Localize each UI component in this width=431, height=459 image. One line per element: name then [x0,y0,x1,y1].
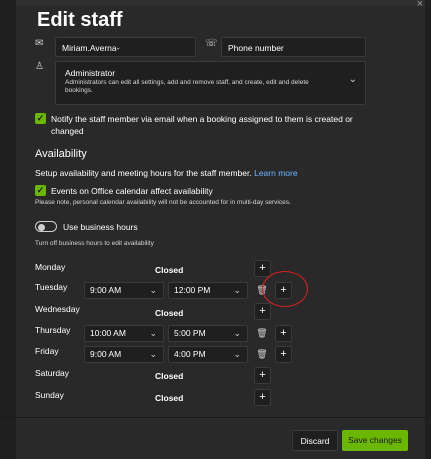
chevron-down-icon: ⌄ [149,349,157,359]
chevron-down-icon: ⌄ [149,328,157,338]
notify-label: Notify the staff member via email when a… [51,114,353,136]
day-label-thursday: Thursday [35,325,71,335]
day-label-saturday: Saturday [35,368,70,378]
day-label-monday: Monday [35,262,66,272]
closed-label-monday: Closed [155,265,184,275]
add-hours-button-saturday[interactable]: + [254,367,271,384]
availability-description: Setup availability and meeting hours for… [35,168,298,178]
closed-label-sunday: Closed [155,393,184,403]
day-label-friday: Friday [35,346,59,356]
start-time-select-thursday[interactable]: 10:00 AM ⌄ [84,325,164,342]
day-label-wednesday: Wednesday [35,304,80,314]
chevron-down-icon: ⌄ [233,349,241,359]
closed-label-wednesday: Closed [155,308,184,318]
start-time-select-tuesday[interactable]: 9:00 AM ⌄ [84,282,164,299]
office-calendar-checkbox[interactable]: ✓ [35,185,46,196]
role-title: Administrator [65,68,116,78]
mail-icon: ✉ [35,38,44,49]
add-hours-button-sunday[interactable]: + [254,389,271,406]
business-hours-note: Turn off business hours to edit availabi… [35,240,154,247]
notify-checkbox[interactable]: ✓ [35,113,46,124]
chevron-down-icon: ⌄ [348,74,357,85]
email-field[interactable]: Miriam.Averna-Joint@warwick.ac.uk [55,37,196,73]
trash-icon[interactable]: 🗑 [256,346,268,363]
footer-divider [0,417,431,418]
availability-heading: Availability [35,148,87,160]
right-edge [425,0,431,459]
day-label-sunday: Sunday [35,390,64,400]
business-hours-toggle[interactable] [35,221,57,232]
add-hours-button-thursday[interactable]: + [275,325,292,342]
toggle-knob [38,223,45,231]
end-time-value: 12:00 PM [174,285,211,295]
role-dropdown[interactable]: Administrator Administrators can edit al… [55,61,366,105]
close-icon[interactable]: × [417,0,423,10]
save-changes-button[interactable]: Save changes [342,430,408,451]
chevron-down-icon: ⌄ [233,328,241,338]
add-hours-button-friday[interactable]: + [275,346,292,363]
closed-label-saturday: Closed [155,371,184,381]
add-hours-button-wednesday[interactable]: + [254,303,271,320]
discard-button[interactable]: Discard [292,430,338,451]
chevron-down-icon: ⌄ [233,285,241,295]
left-edge [0,0,16,459]
end-time-select-friday[interactable]: 4:00 PM ⌄ [168,346,248,363]
role-description: Administrators can edit all settings, ad… [65,79,309,94]
person-icon: ♙ [35,61,44,72]
annotation-circle [262,271,308,307]
end-time-select-tuesday[interactable]: 12:00 PM ⌄ [168,282,248,299]
start-time-value: 10:00 AM [90,328,126,338]
phone-icon: ☏ [205,38,218,49]
office-calendar-label: Events on Office calendar affect availab… [51,186,213,196]
day-label-tuesday: Tuesday [35,282,68,292]
add-hours-button-monday[interactable]: + [254,260,271,277]
end-time-value: 5:00 PM [174,328,206,338]
trash-icon[interactable]: 🗑 [256,325,268,342]
start-time-value: 9:00 AM [90,349,122,359]
office-calendar-note: Please note, personal calendar availabil… [35,199,291,206]
top-edge [0,0,431,6]
chevron-down-icon: ⌄ [149,285,157,295]
business-hours-label: Use business hours [63,222,138,232]
availability-description-text: Setup availability and meeting hours for… [35,168,252,178]
start-time-value: 9:00 AM [90,285,122,295]
dialog-title: Edit staff [37,9,123,31]
end-time-select-thursday[interactable]: 5:00 PM ⌄ [168,325,248,342]
start-time-select-friday[interactable]: 9:00 AM ⌄ [84,346,164,363]
phone-field[interactable]: Phone number [221,37,366,57]
learn-more-link[interactable]: Learn more [254,168,297,178]
end-time-value: 4:00 PM [174,349,206,359]
